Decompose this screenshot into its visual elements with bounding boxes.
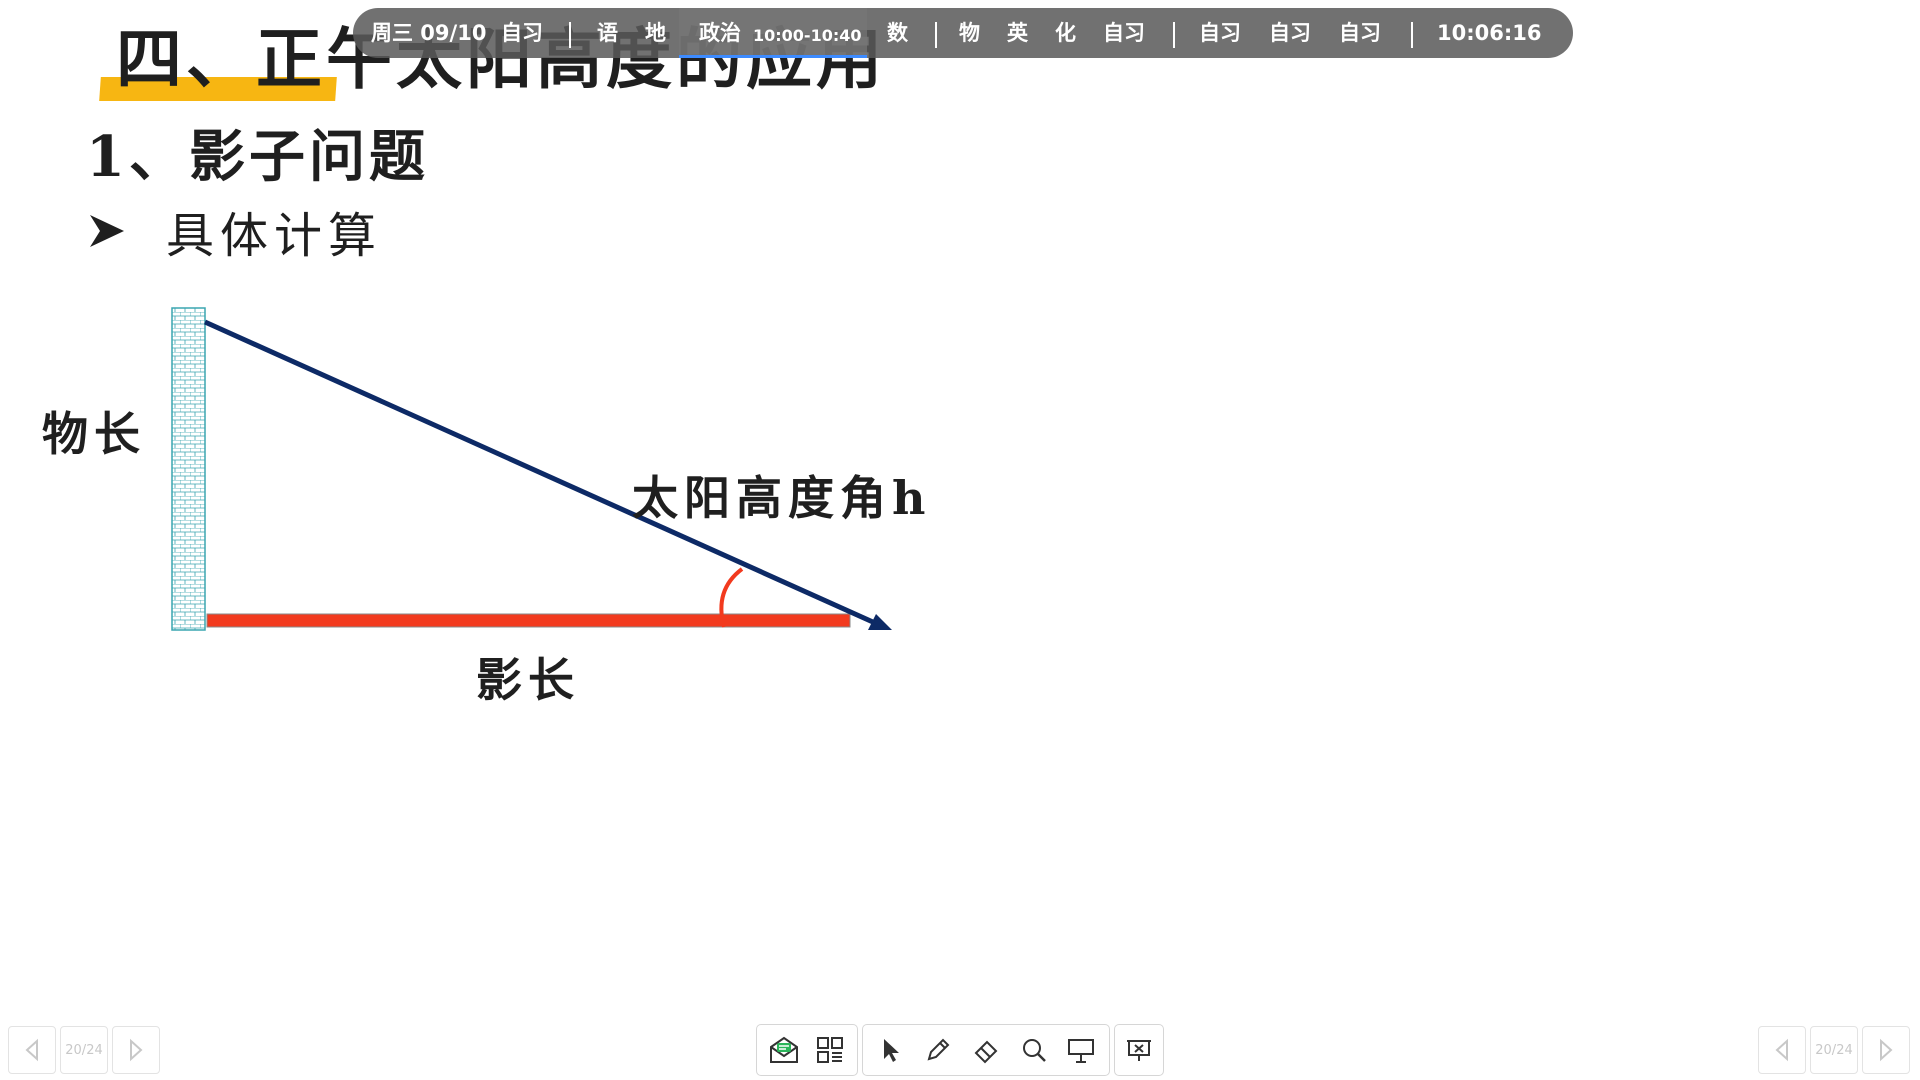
drawing-tool-group bbox=[862, 1024, 1110, 1076]
pen-icon bbox=[927, 1038, 950, 1061]
apps-grid-icon bbox=[817, 1037, 843, 1063]
schedule-period[interactable]: 化 bbox=[1055, 8, 1076, 58]
schedule-period[interactable]: 自习 bbox=[1339, 8, 1381, 58]
next-page-button[interactable] bbox=[1862, 1026, 1910, 1074]
apps-button[interactable] bbox=[807, 1027, 853, 1073]
whiteboard-icon bbox=[1068, 1039, 1095, 1063]
schedule-period-current[interactable]: 政治 bbox=[699, 8, 741, 58]
prev-page-button[interactable] bbox=[8, 1026, 56, 1074]
whiteboard-button[interactable] bbox=[1057, 1027, 1105, 1073]
chevron-left-icon bbox=[1775, 1038, 1788, 1062]
schedule-period[interactable]: 物 bbox=[959, 8, 980, 58]
schedule-period[interactable]: 自习 bbox=[1199, 8, 1241, 58]
schedule-period[interactable]: 语 bbox=[597, 8, 618, 58]
eraser-button[interactable] bbox=[962, 1027, 1010, 1073]
schedule-period[interactable]: 英 bbox=[1007, 8, 1028, 58]
shadow-length-label: 影长 bbox=[476, 653, 580, 707]
sun-angle-label: 太阳高度角h bbox=[632, 471, 932, 525]
schedule-period[interactable]: 地 bbox=[645, 8, 666, 58]
pen-button[interactable] bbox=[915, 1027, 963, 1073]
zoom-icon bbox=[1022, 1039, 1046, 1062]
zoom-button[interactable] bbox=[1010, 1027, 1058, 1073]
prev-page-button[interactable] bbox=[1758, 1026, 1806, 1074]
schedule-separator bbox=[1173, 22, 1175, 48]
shadow-diagram bbox=[171, 307, 892, 631]
schedule-separator bbox=[935, 22, 937, 48]
schedule-period[interactable]: 数 bbox=[887, 8, 908, 58]
next-page-button[interactable] bbox=[112, 1026, 160, 1074]
resource-tool-group bbox=[756, 1024, 858, 1076]
schedule-period[interactable]: 自习 bbox=[501, 8, 543, 58]
schedule-clock: 10:06:16 bbox=[1437, 21, 1542, 45]
pointer-button[interactable] bbox=[867, 1027, 915, 1073]
exit-presentation-icon bbox=[1127, 1040, 1151, 1061]
pointer-icon bbox=[883, 1039, 899, 1062]
slide-canvas: 四、正午太阳高度的应用 1、影子问题 具体计算 物长 太阳高度角h 影长 周三 … bbox=[0, 0, 1920, 1080]
schedule-period[interactable]: 自习 bbox=[1269, 8, 1311, 58]
eraser-icon bbox=[974, 1040, 998, 1064]
current-period-time: 10:00-10:40 bbox=[753, 26, 862, 45]
page-indicator[interactable]: 20/24 bbox=[60, 1026, 108, 1074]
schedule-separator bbox=[1411, 22, 1413, 48]
schedule-separator bbox=[569, 22, 571, 48]
inbox-icon bbox=[770, 1036, 798, 1063]
inbox-button[interactable] bbox=[761, 1027, 807, 1073]
class-schedule-bar[interactable]: 周三 09/10 自习 语 地 政治 10:00-10:40 数 物 英 化 自… bbox=[353, 8, 1573, 58]
object-length-label: 物长 bbox=[42, 407, 146, 461]
page-indicator[interactable]: 20/24 bbox=[1810, 1026, 1858, 1074]
chevron-left-icon bbox=[25, 1038, 38, 1062]
object-wall bbox=[171, 307, 206, 631]
exit-tool-group bbox=[1114, 1024, 1164, 1076]
chevron-right-icon bbox=[130, 1038, 143, 1062]
chevron-right-icon bbox=[1880, 1038, 1893, 1062]
schedule-period[interactable]: 自习 bbox=[1103, 8, 1145, 58]
exit-presentation-button[interactable] bbox=[1115, 1027, 1163, 1073]
schedule-date: 周三 09/10 bbox=[371, 21, 487, 45]
shadow-bar bbox=[206, 613, 851, 628]
